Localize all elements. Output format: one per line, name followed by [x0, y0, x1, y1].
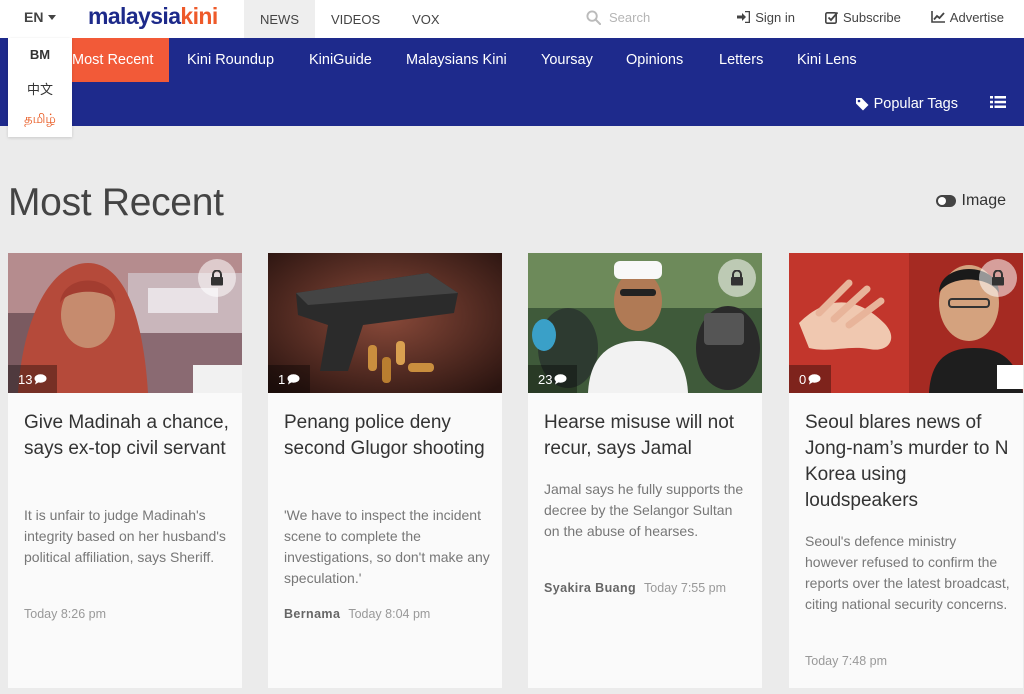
article-thumbnail[interactable]: 23	[528, 253, 762, 393]
article-summary: Jamal says he fully supports the decree …	[544, 481, 744, 539]
article-meta: Syakira Buang Today 7:55 pm	[544, 581, 726, 595]
lock-icon	[198, 259, 236, 297]
subscribe-link[interactable]: Subscribe	[824, 9, 901, 25]
article-author[interactable]: Syakira Buang	[544, 581, 636, 595]
article-summary: It is unfair to judge Madinah's integrit…	[24, 507, 226, 565]
language-option-tamil[interactable]: தமிழ்	[8, 112, 72, 128]
comment-count-value: 13	[18, 371, 33, 387]
search-icon	[586, 9, 601, 25]
caret-down-icon	[48, 14, 57, 20]
nav-most-recent[interactable]: Most Recent	[56, 38, 170, 82]
nav-opinions[interactable]: Opinions	[626, 38, 683, 82]
comment-bubble-icon	[554, 373, 567, 384]
main-nav: Most Recent Kini Roundup KiniGuide Malay…	[0, 38, 1024, 126]
article-summary: 'We have to inspect the incident scene t…	[284, 507, 490, 586]
article-card[interactable]: 23 Hearse misuse will not recur, says Ja…	[528, 253, 762, 688]
sign-in-label: Sign in	[755, 9, 795, 25]
article-thumbnail[interactable]: 1	[268, 253, 502, 393]
logo-text-malaysia: malaysia	[88, 3, 181, 29]
article-title[interactable]: Seoul blares news of Jong-nam’s murder t…	[805, 410, 1011, 514]
article-author[interactable]: Bernama	[284, 607, 340, 621]
user-links: Sign in Subscribe Advertise	[737, 0, 1004, 34]
language-option-bm[interactable]: BM	[8, 47, 72, 62]
comment-count[interactable]: 13	[8, 365, 58, 393]
article-meta: Bernama Today 8:04 pm	[284, 607, 430, 621]
advertise-label: Advertise	[949, 9, 1004, 25]
page-title: Most Recent	[8, 181, 224, 224]
article-time: Today 8:26 pm	[24, 607, 106, 621]
tab-news[interactable]: NEWS	[244, 0, 315, 38]
language-option-chinese[interactable]: 中文	[8, 79, 72, 98]
comment-count-value: 0	[799, 371, 807, 387]
nav-malaysians-kini[interactable]: Malaysians Kini	[406, 38, 507, 82]
comment-bubble-icon	[34, 373, 47, 384]
comment-count-value: 1	[278, 371, 286, 387]
logo-text-kini: kini	[180, 3, 218, 29]
nav-kini-roundup[interactable]: Kini Roundup	[187, 38, 274, 82]
malaysiakini-logo[interactable]: malaysiakini	[88, 3, 218, 30]
popular-tags-label: Popular Tags	[873, 96, 958, 112]
lock-icon	[718, 259, 756, 297]
comment-bubble-icon	[808, 373, 821, 384]
comment-count[interactable]: 1	[268, 365, 311, 393]
article-card[interactable]: 1 Penang police deny second Glugor shoot…	[268, 253, 502, 688]
sign-in-link[interactable]: Sign in	[737, 10, 795, 25]
list-menu-button[interactable]	[990, 95, 1006, 114]
nav-yoursay[interactable]: Yoursay	[541, 38, 593, 82]
tag-icon	[855, 98, 869, 111]
article-title[interactable]: Give Madinah a chance, says ex-top civil…	[24, 410, 230, 462]
comment-bubble-icon	[287, 373, 300, 384]
article-time: Today 7:48 pm	[805, 654, 887, 668]
search-box[interactable]	[586, 0, 726, 34]
comment-count[interactable]: 0	[789, 365, 832, 393]
article-card[interactable]: 0 Seoul blares news of Jong-nam’s murder…	[789, 253, 1023, 688]
lock-icon	[979, 259, 1017, 297]
comment-count[interactable]: 23	[528, 365, 578, 393]
article-thumbnail[interactable]: 0	[789, 253, 1023, 393]
article-summary: Seoul's defence ministry however refused…	[805, 533, 1010, 612]
nav-kiniguide[interactable]: KiniGuide	[309, 38, 372, 82]
line-chart-icon	[930, 11, 945, 23]
tab-videos[interactable]: VIDEOS	[315, 0, 396, 38]
top-bar: EN malaysiakini NEWS VIDEOS VOX Sign in	[0, 0, 1024, 38]
article-card[interactable]: 13 Give Madinah a chance, says ex-top ci…	[8, 253, 242, 688]
language-selector[interactable]: EN	[24, 0, 57, 34]
popular-tags-link[interactable]: Popular Tags	[855, 82, 958, 126]
image-toggle[interactable]: Image	[935, 192, 1006, 210]
language-menu: BM 中文 தமிழ்	[8, 38, 72, 137]
article-title[interactable]: Penang police deny second Glugor shootin…	[284, 410, 490, 462]
search-input[interactable]	[609, 9, 719, 25]
advertise-link[interactable]: Advertise	[930, 9, 1004, 25]
article-time: Today 7:55 pm	[644, 581, 727, 595]
article-thumbnail[interactable]: 13	[8, 253, 242, 393]
nav-letters[interactable]: Letters	[719, 38, 763, 82]
image-toggle-label: Image	[961, 192, 1006, 209]
subscribe-label: Subscribe	[842, 9, 901, 25]
sign-in-icon	[737, 11, 751, 23]
comment-count-value: 23	[538, 371, 553, 387]
tab-vox[interactable]: VOX	[396, 0, 455, 38]
language-label: EN	[24, 9, 44, 25]
nav-kini-lens[interactable]: Kini Lens	[797, 38, 857, 82]
article-meta: Today 7:48 pm	[805, 654, 887, 668]
article-time: Today 8:04 pm	[348, 607, 431, 621]
check-square-icon	[824, 11, 838, 24]
list-icon	[990, 96, 1006, 108]
section-tabs: NEWS VIDEOS VOX	[244, 0, 456, 38]
toggle-switch-icon	[935, 195, 956, 207]
article-meta: Today 8:26 pm	[24, 607, 106, 621]
article-title[interactable]: Hearse misuse will not recur, says Jamal	[544, 410, 750, 462]
